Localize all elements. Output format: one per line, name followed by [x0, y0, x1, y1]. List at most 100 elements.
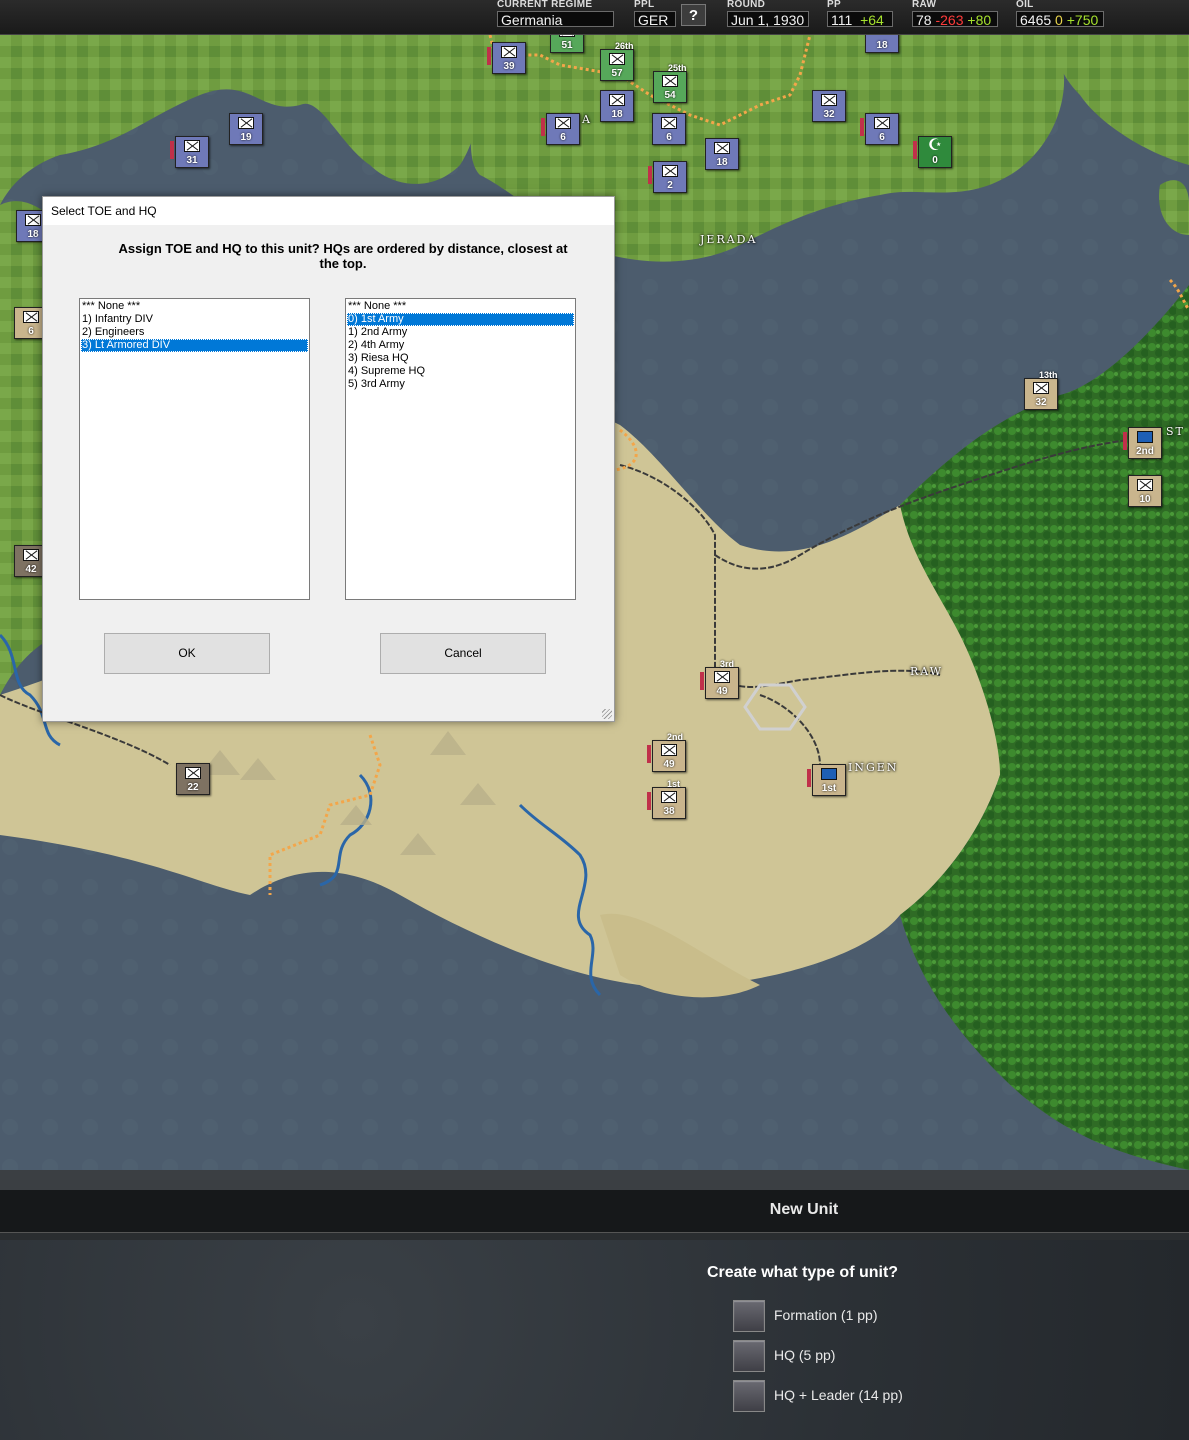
ppl-value: GER: [634, 11, 676, 28]
oil-value: 6465: [1020, 12, 1052, 28]
city-jerada: JERADA: [700, 233, 758, 246]
unit-counter[interactable]: 1st 38: [647, 779, 686, 819]
oil-plus: +750: [1066, 12, 1099, 28]
raw-box: 78 -263 +80: [912, 11, 998, 28]
raw-plus: +80: [967, 12, 992, 28]
city-a-north: A: [582, 113, 592, 126]
current-regime-value: Germania: [497, 11, 614, 28]
engineer-icon: [661, 117, 677, 129]
resource-bar: CURRENT REGIME Germania PPL GER ? ROUND …: [0, 0, 1189, 35]
infantry-icon: [501, 46, 517, 58]
option-formation-label: Formation (1 pp): [774, 1307, 878, 1323]
unit-counter[interactable]: 6: [652, 113, 686, 145]
pp-label: PP: [827, 0, 841, 10]
infantry-icon: [661, 744, 677, 756]
raw-minus: -263: [935, 12, 964, 28]
raw-value: 78: [916, 12, 932, 28]
dialog-title: Select TOE and HQ: [43, 197, 614, 225]
toe-list-item[interactable]: 1) Infantry DIV: [81, 313, 308, 326]
infantry-icon: [185, 767, 201, 779]
unit-counter[interactable]: 10: [1128, 475, 1162, 507]
toe-list-item[interactable]: *** None ***: [81, 300, 308, 313]
hq-counter[interactable]: 2nd: [1123, 427, 1162, 459]
ppl: PPL GER: [634, 0, 676, 28]
hq-list-item[interactable]: *** None ***: [347, 300, 574, 313]
current-regime: CURRENT REGIME Germania: [497, 0, 614, 28]
unit-counter[interactable]: 51: [550, 35, 584, 53]
pp-delta: +64: [860, 12, 884, 28]
hq-list-item[interactable]: 5) 3rd Army: [347, 378, 574, 391]
unit-counter[interactable]: 18: [865, 35, 899, 53]
city-ingen: INGEN: [848, 761, 899, 774]
unit-counter[interactable]: 6: [541, 113, 580, 145]
oil-zero: 0: [1055, 12, 1063, 28]
unit-counter[interactable]: 3rd 49: [700, 659, 739, 699]
engineer-icon: [555, 117, 571, 129]
hq-list-item[interactable]: 3) Riesa HQ: [347, 352, 574, 365]
infantry-icon: [821, 94, 837, 106]
unit-counter[interactable]: 22: [176, 763, 210, 795]
toe-list-item[interactable]: 3) Lt Armored DIV: [81, 339, 308, 352]
unit-counter[interactable]: ☪ 0: [913, 136, 952, 168]
infantry-icon: [238, 117, 254, 129]
panel-title: New Unit: [769, 1201, 839, 1218]
engineer-icon: [874, 117, 890, 129]
oil-box: 6465 0 +750: [1016, 11, 1104, 28]
toe-listbox[interactable]: *** None *** 1) Infantry DIV 2) Engineers 3…: [79, 298, 310, 600]
hq-list-item[interactable]: 4) Supreme HQ: [347, 365, 574, 378]
crescent-icon: ☪: [927, 137, 943, 154]
infantry-icon: [609, 53, 625, 65]
round-label: ROUND: [727, 0, 766, 10]
option-formation-checkbox[interactable]: [733, 1300, 765, 1332]
new-unit-panel: Create what type of unit? Formation (1 p…: [0, 1240, 1189, 1440]
infantry-icon: [662, 165, 678, 177]
round: ROUND Jun 1, 1930: [727, 0, 809, 28]
infantry-icon: [1033, 382, 1049, 394]
option-hq-leader-checkbox[interactable]: [733, 1380, 765, 1412]
hq-list-item[interactable]: 1) 2nd Army: [347, 326, 574, 339]
toe-list-item[interactable]: 2) Engineers: [81, 326, 308, 339]
unit-counter[interactable]: 18: [600, 90, 634, 122]
infantry-icon: [559, 35, 575, 37]
infantry-icon: [23, 549, 39, 561]
unit-counter[interactable]: 39: [487, 42, 526, 74]
unit-counter[interactable]: 6: [860, 113, 899, 145]
raw-label: RAW: [912, 0, 937, 10]
eagle-icon: [1137, 431, 1153, 443]
panel-divider: [0, 1170, 1189, 1190]
select-toe-hq-dialog: Select TOE and HQ Assign TOE and HQ to t…: [42, 196, 615, 722]
engineer-icon: [23, 311, 39, 323]
hq-listbox[interactable]: *** None *** 0) 1st Army 1) 2nd Army 2) 4th…: [345, 298, 576, 600]
pp-box: 111 +64: [827, 11, 893, 28]
unit-counter[interactable]: 2: [648, 161, 687, 193]
pp-stat: PP 111 +64: [827, 0, 893, 28]
eagle-icon: [821, 768, 837, 780]
hq-list-item[interactable]: 0) 1st Army: [347, 313, 574, 326]
help-button[interactable]: ?: [681, 4, 706, 26]
option-hq-label: HQ (5 pp): [774, 1347, 836, 1363]
ok-button[interactable]: OK: [104, 633, 270, 674]
pp-value: 111: [831, 12, 853, 28]
resize-grip-icon[interactable]: [602, 709, 612, 719]
unit-counter[interactable]: 31: [170, 136, 209, 168]
unit-counter[interactable]: 26th 57: [600, 41, 634, 81]
ppl-label: PPL: [634, 0, 655, 10]
raw-stat: RAW 78 -263 +80: [912, 0, 998, 28]
infantry-icon: [714, 671, 730, 683]
unit-counter[interactable]: 18: [705, 138, 739, 170]
hq-list-item[interactable]: 2) 4th Army: [347, 339, 574, 352]
city-st: ST: [1166, 425, 1185, 438]
unit-counter[interactable]: 19: [229, 113, 263, 145]
unit-counter[interactable]: 25th 54: [653, 63, 687, 103]
unit-counter[interactable]: 2nd 49: [647, 732, 686, 772]
infantry-icon: [184, 140, 200, 152]
current-regime-label: CURRENT REGIME: [497, 0, 593, 10]
infantry-icon: [661, 791, 677, 803]
cancel-button[interactable]: Cancel: [380, 633, 546, 674]
hq-counter[interactable]: 1st: [807, 764, 846, 796]
unit-counter[interactable]: 32: [812, 90, 846, 122]
dialog-prompt: Assign TOE and HQ to this unit? HQs are …: [118, 241, 568, 271]
option-hq-checkbox[interactable]: [733, 1340, 765, 1372]
unit-counter[interactable]: 13th 32: [1024, 370, 1058, 410]
round-value: Jun 1, 1930: [727, 11, 809, 28]
